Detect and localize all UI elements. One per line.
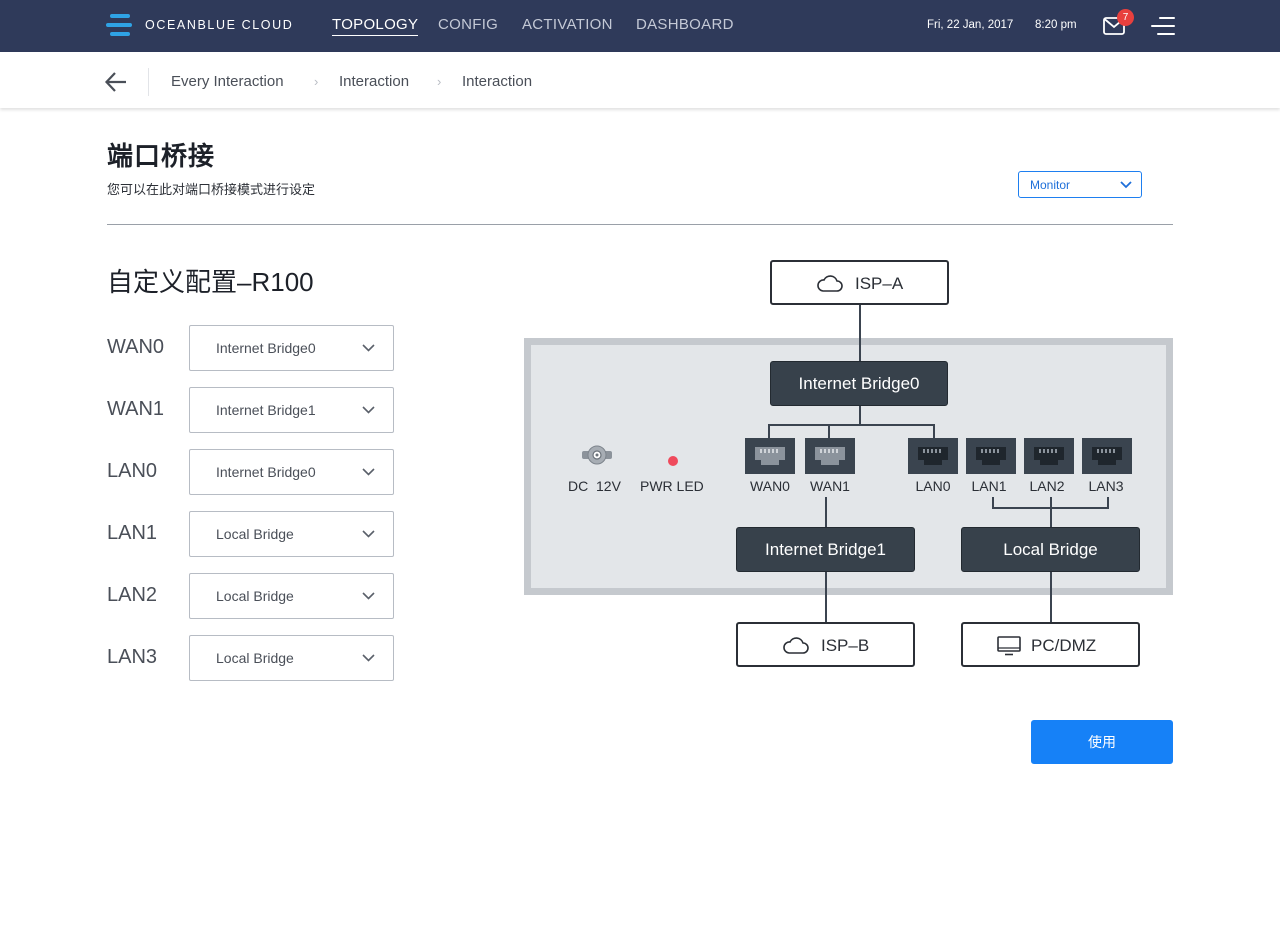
port-row-lan2: LAN2 Local Bridge [107, 573, 397, 619]
mode-select[interactable]: Monitor [1018, 171, 1142, 198]
ethernet-port-icon[interactable] [1082, 438, 1132, 474]
port-select-value: Internet Bridge1 [216, 402, 316, 418]
port-select-lan3[interactable]: Local Bridge [189, 635, 394, 681]
dc-label: DC 12V [568, 478, 621, 494]
breadcrumb-bar: Every Interaction › Interaction › Intera… [0, 52, 1280, 108]
isp-a-node[interactable]: ISP–A [770, 260, 949, 305]
chevron-down-icon [362, 344, 375, 352]
current-date: Fri, 22 Jan, 2017 [927, 19, 1014, 31]
cloud-icon [783, 637, 809, 654]
mail-count-badge: 7 [1117, 9, 1134, 26]
port-label: LAN1 [107, 522, 158, 544]
port-select-value: Local Bridge [216, 650, 294, 666]
pc-dmz-node[interactable]: PC/DMZ [961, 622, 1140, 667]
isp-b-node[interactable]: ISP–B [736, 622, 915, 667]
pc-dmz-label: PC/DMZ [1031, 636, 1097, 655]
connector-line [859, 304, 861, 362]
port-name: LAN2 [1029, 478, 1065, 494]
port-select-lan1[interactable]: Local Bridge [189, 511, 394, 557]
current-time: 8:20 pm [1035, 19, 1077, 31]
port-name: WAN0 [750, 478, 790, 494]
connector-line [828, 424, 830, 438]
connector-line [992, 507, 1109, 509]
top-navigation-bar: OCEANBLUE CLOUD TOPOLOGY CONFIG ACTIVATI… [0, 0, 1280, 52]
ethernet-port-icon[interactable] [805, 438, 855, 474]
logo-icon[interactable] [106, 14, 132, 38]
ethernet-port-icon[interactable] [745, 438, 795, 474]
connector-line [933, 424, 935, 438]
bridge-label: Local Bridge [1003, 540, 1098, 559]
cloud-icon [817, 275, 843, 292]
port-select-wan1[interactable]: Internet Bridge1 [189, 387, 394, 433]
port-select-value: Internet Bridge0 [216, 340, 316, 356]
chevron-down-icon [362, 530, 375, 538]
port-row-lan3: LAN3 Local Bridge [107, 635, 397, 681]
menu-icon[interactable] [1151, 16, 1175, 36]
pwr-led-label: PWR LED [640, 478, 704, 494]
port-name: WAN1 [810, 478, 850, 494]
port-label: LAN3 [107, 646, 158, 668]
connector-line [768, 424, 935, 426]
connector-line [825, 497, 827, 528]
monitor-icon [997, 636, 1021, 656]
breadcrumb-item[interactable]: Every Interaction [171, 73, 284, 90]
chevron-down-icon [362, 654, 375, 662]
connector-line [768, 424, 770, 438]
port-label: LAN2 [107, 584, 158, 606]
chevron-down-icon [362, 468, 375, 476]
breadcrumb-divider [148, 68, 149, 96]
chevron-right-icon: › [314, 74, 319, 89]
internet-bridge1-node[interactable]: Internet Bridge1 [736, 527, 915, 572]
isp-a-label: ISP–A [855, 274, 904, 293]
port-select-value: Local Bridge [216, 526, 294, 542]
brand-name[interactable]: OCEANBLUE CLOUD [145, 18, 293, 32]
isp-b-label: ISP–B [821, 636, 870, 655]
breadcrumb-item[interactable]: Interaction [339, 73, 409, 90]
chevron-down-icon [362, 592, 375, 600]
bridge-label: Internet Bridge0 [798, 374, 920, 393]
bridge-label: Internet Bridge1 [765, 540, 886, 559]
connector-line [1050, 571, 1052, 623]
dc-power-jack-icon [582, 445, 612, 465]
port-label: WAN0 [107, 336, 165, 358]
nav-config[interactable]: CONFIG [438, 16, 498, 33]
port-select-value: Local Bridge [216, 588, 294, 604]
connector-line [825, 571, 827, 623]
nav-dashboard[interactable]: DASHBOARD [636, 16, 734, 33]
internet-bridge0-node[interactable]: Internet Bridge0 [770, 361, 948, 406]
ethernet-port-icon[interactable] [908, 438, 958, 474]
ethernet-port-icon[interactable] [966, 438, 1016, 474]
chevron-down-icon [1120, 181, 1132, 189]
chevron-right-icon: › [437, 74, 442, 89]
ethernet-port-icon[interactable] [1024, 438, 1074, 474]
port-select-lan0[interactable]: Internet Bridge0 [189, 449, 394, 495]
page-subtitle: 您可以在此对端口桥接模式进行设定 [107, 182, 316, 197]
connector-line [859, 406, 861, 425]
port-name: LAN3 [1088, 478, 1124, 494]
port-row-lan0: LAN0 Internet Bridge0 [107, 449, 397, 495]
arrow-left-icon[interactable] [104, 71, 128, 93]
nav-topology[interactable]: TOPOLOGY [332, 16, 419, 36]
power-led-indicator [668, 456, 678, 466]
port-row-wan1: WAN1 Internet Bridge1 [107, 387, 397, 433]
port-name: LAN0 [915, 478, 951, 494]
header-divider [107, 224, 1173, 225]
port-row-lan1: LAN1 Local Bridge [107, 511, 397, 557]
port-label: WAN1 [107, 398, 165, 420]
apply-button[interactable]: 使用 [1031, 720, 1173, 764]
port-label: LAN0 [107, 460, 158, 482]
port-name: LAN1 [971, 478, 1007, 494]
port-select-lan2[interactable]: Local Bridge [189, 573, 394, 619]
config-title: 自定义配置–R100 [107, 267, 314, 297]
mode-select-value: Monitor [1030, 178, 1071, 192]
page-title: 端口桥接 [107, 141, 216, 171]
local-bridge-node[interactable]: Local Bridge [961, 527, 1140, 572]
connector-line [1050, 497, 1052, 528]
nav-activation[interactable]: ACTIVATION [522, 16, 613, 33]
chevron-down-icon [362, 406, 375, 414]
port-select-wan0[interactable]: Internet Bridge0 [189, 325, 394, 371]
port-row-wan0: WAN0 Internet Bridge0 [107, 325, 397, 371]
breadcrumb-item[interactable]: Interaction [462, 73, 532, 90]
port-select-value: Internet Bridge0 [216, 464, 316, 480]
